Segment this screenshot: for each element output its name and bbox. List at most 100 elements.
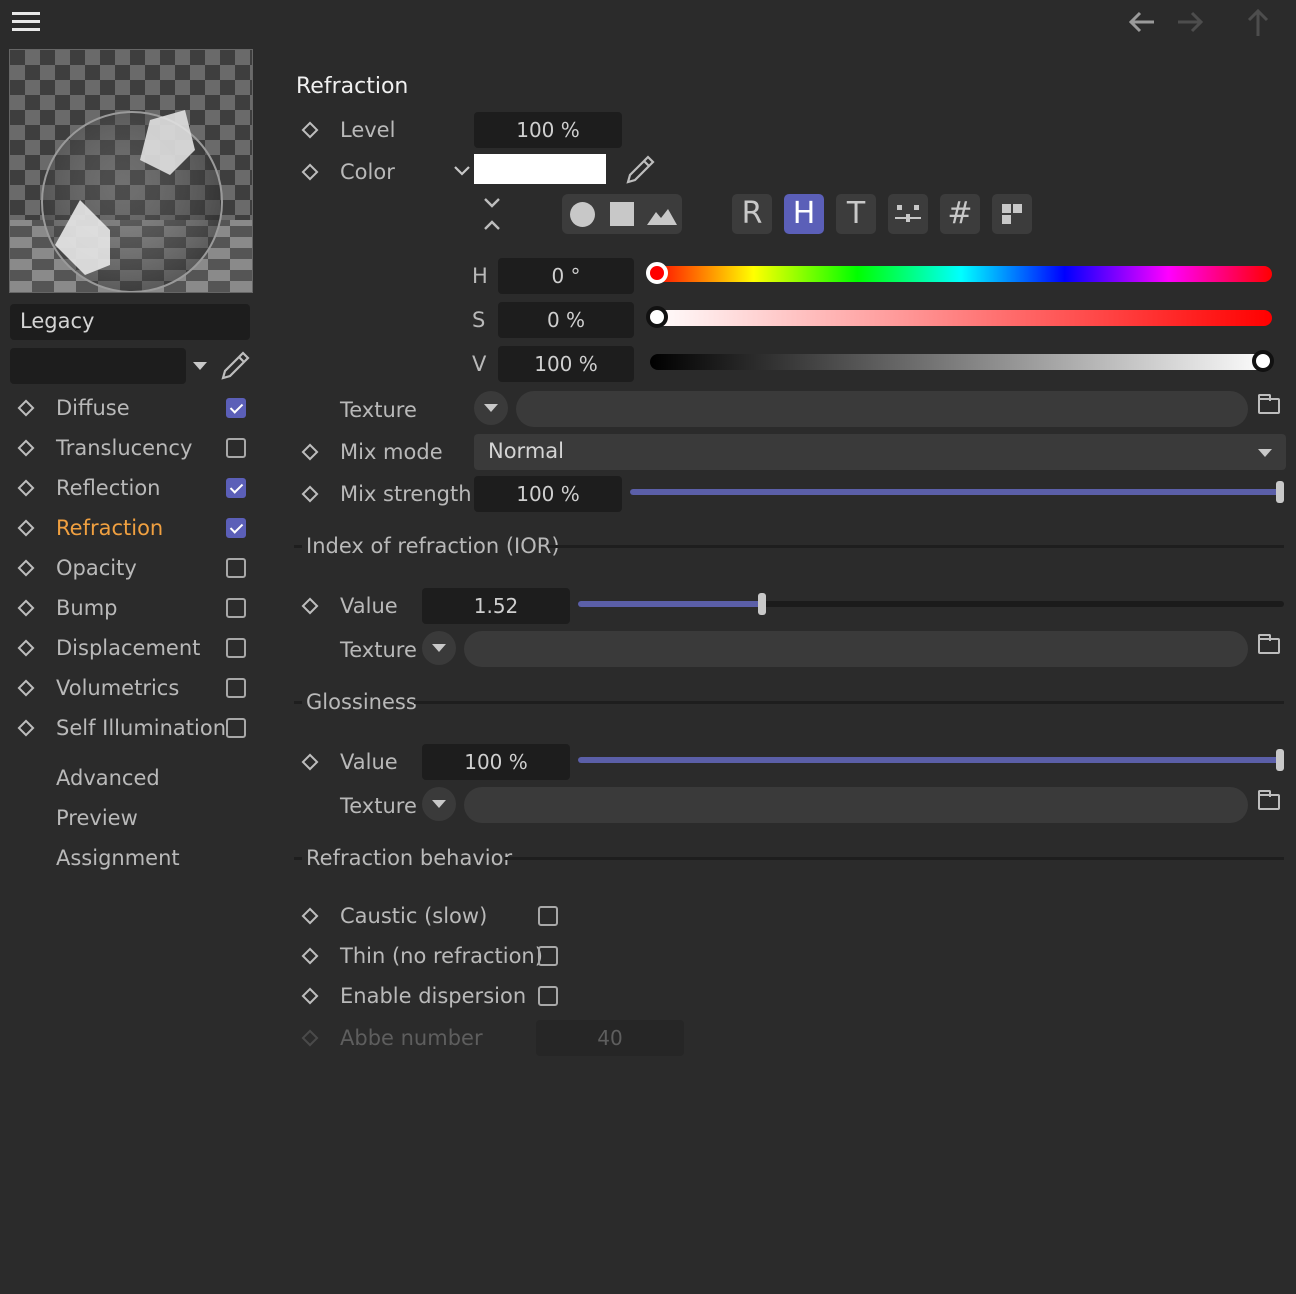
square-icon[interactable] <box>610 202 634 226</box>
glossiness-section-title: Glossiness <box>306 690 417 714</box>
keyframe-icon[interactable] <box>17 599 35 617</box>
mix-strength-fill <box>630 489 1284 495</box>
folder-icon[interactable] <box>1258 394 1280 414</box>
saturation-handle[interactable] <box>646 306 668 328</box>
sidebar-item-self-illumination[interactable]: Self Illumination <box>10 712 252 744</box>
sidebar-checkbox-translucency[interactable] <box>226 438 246 458</box>
sidebar-checkbox-diffuse[interactable] <box>226 398 246 418</box>
ior-slider[interactable] <box>578 593 1284 615</box>
thin-checkbox[interactable] <box>538 946 558 966</box>
saturation-field[interactable]: 0 % <box>498 302 634 338</box>
sidebar-checkbox-refraction[interactable] <box>226 518 246 538</box>
ior-texture-field[interactable] <box>464 631 1248 667</box>
sidebar-checkbox-reflection[interactable] <box>226 478 246 498</box>
sidebar-item-refraction[interactable]: Refraction <box>10 512 252 544</box>
hue-slider[interactable] <box>650 266 1272 282</box>
level-field[interactable]: 100 % <box>474 112 622 148</box>
gloss-keyframe-icon[interactable] <box>301 753 319 771</box>
value-handle[interactable] <box>1252 350 1274 372</box>
hue-field[interactable]: 0 ° <box>498 258 634 294</box>
hue-handle[interactable] <box>646 262 668 284</box>
gloss-value-field[interactable]: 100 % <box>422 744 570 780</box>
texture-label: Texture <box>340 398 417 422</box>
sidebar-item-diffuse[interactable]: Diffuse <box>10 392 252 424</box>
gloss-folder-icon[interactable] <box>1258 790 1280 810</box>
sidebar-item-reflection[interactable]: Reflection <box>10 472 252 504</box>
gloss-handle[interactable] <box>1276 749 1284 771</box>
sidebar-item-advanced[interactable]: Advanced <box>56 765 160 791</box>
dispersion-checkbox[interactable] <box>538 986 558 1006</box>
keyframe-icon[interactable] <box>17 719 35 737</box>
chevron-down-icon[interactable] <box>452 164 472 178</box>
ior-keyframe-icon[interactable] <box>301 597 319 615</box>
ior-folder-icon[interactable] <box>1258 634 1280 654</box>
keyframe-icon[interactable] <box>17 479 35 497</box>
gloss-texture-field[interactable] <box>464 787 1248 823</box>
value-field[interactable]: 100 % <box>498 346 634 382</box>
wheel-icon[interactable] <box>570 202 595 227</box>
swatches-button[interactable] <box>992 194 1032 234</box>
mode-h-button[interactable]: H <box>784 194 824 234</box>
mix-strength-field[interactable]: 100 % <box>474 476 622 512</box>
behavior-section-line <box>504 857 1284 860</box>
mode-t-button[interactable]: T <box>836 194 876 234</box>
sidebar-item-label: Translucency <box>56 436 193 460</box>
ior-texture-dropdown-button[interactable] <box>422 631 456 665</box>
keyframe-icon[interactable] <box>17 679 35 697</box>
mode-r-button[interactable]: R <box>732 194 772 234</box>
gloss-slider[interactable] <box>578 749 1284 771</box>
texture-dropdown-button[interactable] <box>474 391 508 425</box>
dispersion-keyframe-icon[interactable] <box>301 987 319 1005</box>
sidebar-item-volumetrics[interactable]: Volumetrics <box>10 672 252 704</box>
sidebar-item-translucency[interactable]: Translucency <box>10 432 252 464</box>
hex-button[interactable]: # <box>940 194 980 234</box>
gloss-texture-dropdown-button[interactable] <box>422 787 456 821</box>
preset-dropdown-icon[interactable] <box>193 362 207 370</box>
sidebar-checkbox-bump[interactable] <box>226 598 246 618</box>
sidebar-checkbox-volumetrics[interactable] <box>226 678 246 698</box>
sidebar-checkbox-displacement[interactable] <box>226 638 246 658</box>
ior-value-field[interactable]: 1.52 <box>422 588 570 624</box>
keyframe-icon[interactable] <box>17 519 35 537</box>
sidebar-item-bump[interactable]: Bump <box>10 592 252 624</box>
mix-mode-keyframe-icon[interactable] <box>301 443 319 461</box>
level-keyframe-icon[interactable] <box>301 121 319 139</box>
sidebar-checkbox-opacity[interactable] <box>226 558 246 578</box>
thin-keyframe-icon[interactable] <box>301 947 319 965</box>
mix-strength-slider[interactable] <box>630 481 1284 503</box>
menu-button[interactable] <box>12 12 40 32</box>
ior-handle[interactable] <box>758 593 766 615</box>
sidebar-item-label: Reflection <box>56 476 161 500</box>
keyframe-icon[interactable] <box>17 439 35 457</box>
mix-mode-select[interactable]: Normal <box>474 434 1286 470</box>
mix-strength-keyframe-icon[interactable] <box>301 485 319 503</box>
preset-search-field[interactable] <box>10 348 186 384</box>
arrow-up-icon[interactable] <box>1244 6 1272 38</box>
color-eyedropper-icon[interactable] <box>624 154 656 186</box>
keyframe-icon[interactable] <box>17 559 35 577</box>
caustic-checkbox[interactable] <box>538 906 558 926</box>
preset-field[interactable]: Legacy <box>10 304 250 340</box>
texture-field[interactable] <box>516 391 1248 427</box>
caustic-label: Caustic (slow) <box>340 904 488 928</box>
color-swatch[interactable] <box>474 154 606 184</box>
sidebar-item-displacement[interactable]: Displacement <box>10 632 252 664</box>
eyedropper-icon[interactable] <box>219 350 251 382</box>
color-keyframe-icon[interactable] <box>301 163 319 181</box>
sidebar-checkbox-self-illumination[interactable] <box>226 718 246 738</box>
mixer-button[interactable] <box>888 194 928 234</box>
saturation-slider[interactable] <box>650 310 1272 326</box>
spectrum-icon[interactable] <box>646 204 678 226</box>
mix-strength-handle[interactable] <box>1276 481 1284 503</box>
keyframe-icon[interactable] <box>17 399 35 417</box>
arrow-left-icon[interactable] <box>1126 8 1158 36</box>
keyframe-icon[interactable] <box>17 639 35 657</box>
value-slider[interactable] <box>650 354 1272 370</box>
collapse-icon[interactable] <box>480 196 504 232</box>
sidebar-item-preview[interactable]: Preview <box>56 805 138 831</box>
caustic-keyframe-icon[interactable] <box>301 907 319 925</box>
value-label: V <box>472 352 487 376</box>
sidebar-item-opacity[interactable]: Opacity <box>10 552 252 584</box>
arrow-right-icon[interactable] <box>1174 8 1206 36</box>
sidebar-item-assignment[interactable]: Assignment <box>56 845 180 871</box>
